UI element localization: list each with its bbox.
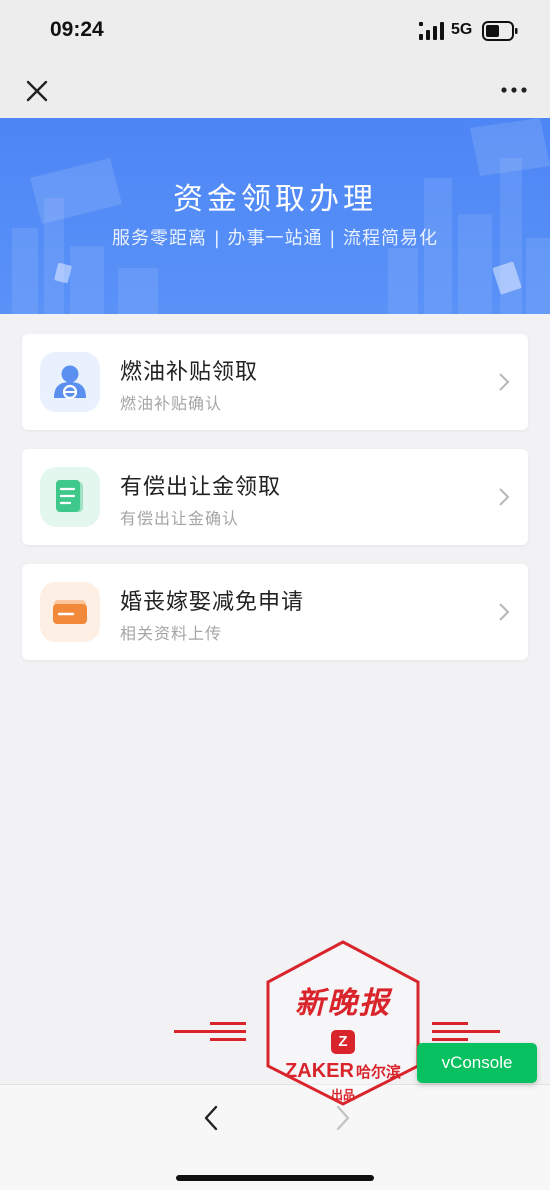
service-card-land-transfer[interactable]: 有偿出让金领取 有偿出让金确认 <box>22 449 528 545</box>
vconsole-button[interactable]: vConsole <box>417 1043 537 1083</box>
folder-icon <box>40 582 100 642</box>
status-time: 09:24 <box>50 18 104 41</box>
banner-title: 资金领取办理 <box>173 182 377 217</box>
watermark-city: 哈尔滨 <box>355 1064 401 1081</box>
watermark-line <box>210 1022 246 1025</box>
card-subtitle: 相关资料上传 <box>120 624 223 643</box>
signal-strength-icon <box>419 22 444 40</box>
battery-icon <box>482 21 518 41</box>
card-subtitle: 燃油补贴确认 <box>120 394 223 413</box>
watermark-line <box>432 1038 468 1041</box>
watermark-line <box>174 1030 246 1033</box>
nav-bar <box>0 64 550 118</box>
card-title: 有偿出让金领取 <box>120 475 282 500</box>
watermark-brand-text: ZAKER <box>285 1060 354 1082</box>
card-title: 燃油补贴领取 <box>120 360 259 385</box>
home-indicator <box>176 1175 374 1181</box>
chevron-right-icon <box>499 488 510 506</box>
card-title: 婚丧嫁娶减免申请 <box>120 590 305 615</box>
watermark-line <box>432 1030 500 1033</box>
service-card-fuel-subsidy[interactable]: 燃油补贴领取 燃油补贴确认 <box>22 334 528 430</box>
newspaper-watermark-logo: 新晚报 Z ZAKER 哈尔滨 出品 <box>170 938 504 1118</box>
watermark-name: 新晚报 <box>295 986 391 1021</box>
driver-person-icon <box>40 352 100 412</box>
network-label: 5G <box>451 21 473 38</box>
chevron-right-icon <box>499 373 510 391</box>
document-icon <box>40 467 100 527</box>
page: 09:24 5G 资金领取办理 服务零距离 | 办事一站通 | 流程简易化 燃油… <box>0 0 550 1190</box>
status-bar: 09:24 5G <box>0 0 550 64</box>
zaker-z-icon: Z <box>331 1030 355 1054</box>
watermark-brand: ZAKER 哈尔滨 <box>258 1060 428 1083</box>
card-subtitle: 有偿出让金确认 <box>120 509 240 528</box>
watermark-line <box>432 1022 468 1025</box>
more-dots-icon[interactable] <box>496 76 532 104</box>
close-icon[interactable] <box>20 74 54 108</box>
banner: 资金领取办理 服务零距离 | 办事一站通 | 流程简易化 <box>0 118 550 314</box>
watermark-line <box>210 1038 246 1041</box>
watermark-produced: 出品 <box>330 1088 355 1102</box>
chevron-right-icon <box>499 603 510 621</box>
banner-subtitle: 服务零距离 | 办事一站通 | 流程简易化 <box>111 228 438 249</box>
service-card-wedding-funeral[interactable]: 婚丧嫁娶减免申请 相关资料上传 <box>22 564 528 660</box>
